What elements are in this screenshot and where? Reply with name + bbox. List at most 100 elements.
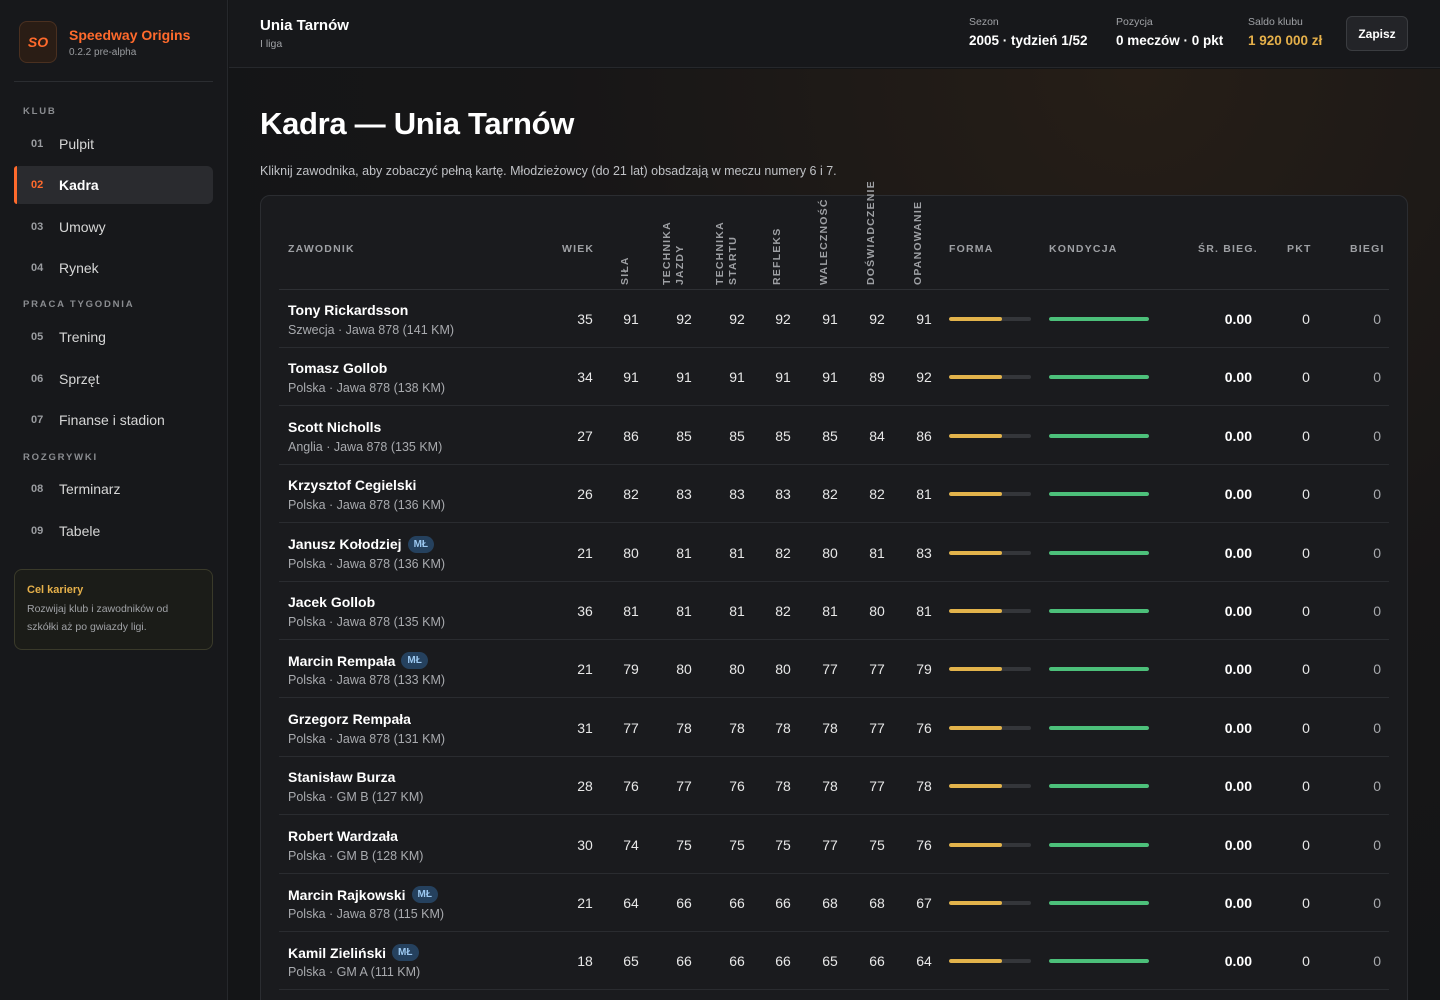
cell-stat: 81: [916, 486, 932, 503]
table-row[interactable]: Janusz Kołodziej MŁ Polska · Jawa 878 (136…: [279, 524, 1389, 582]
cell-biegi: 0: [1373, 544, 1381, 561]
nav-item-rynek[interactable]: 04 Rynek: [14, 249, 213, 287]
th-opanowanie[interactable]: OPANOWANIE: [912, 201, 925, 285]
cell-stat: 74: [623, 836, 639, 853]
forma-bar: [949, 609, 1031, 613]
player-name-text: Krzysztof Cegielski: [288, 477, 417, 494]
cell-stat: 66: [729, 895, 745, 911]
forma-fill: [949, 433, 1003, 438]
player-meta: Polska · Jawa 878 (138 KM): [288, 381, 446, 396]
nav-item-finanse[interactable]: 07 Finanse i stadion: [14, 401, 213, 439]
table-row[interactable]: Tomasz Gollob Polska · Jawa 878 (138 KM) 3…: [279, 348, 1389, 407]
junior-badge: MŁ: [411, 886, 438, 903]
cell-stat: 78: [729, 719, 745, 736]
nav-item-sprzet[interactable]: 06 Sprzęt: [14, 360, 213, 398]
save-button[interactable]: Zapisz: [1346, 16, 1408, 51]
th-walecznosc[interactable]: WALECZNOŚĆ: [818, 198, 831, 285]
kondycja-fill: [1049, 492, 1149, 497]
cell-stat: 77: [869, 661, 885, 678]
kondycja-bar: [1049, 959, 1149, 964]
player-name: Tony Rickardsson: [288, 302, 408, 318]
table-row[interactable]: Scott Nicholls Anglia · Jawa 878 (135 KM)…: [279, 407, 1389, 465]
nav-label: Sprzęt: [59, 371, 100, 387]
forma-bar: [949, 667, 1031, 672]
th-player[interactable]: ZAWODNIK: [288, 243, 355, 255]
balance-value: 1 920 000 zł: [1248, 33, 1323, 48]
cell-stat: 78: [676, 719, 692, 736]
nav-label: Kadra: [59, 177, 99, 193]
nav-label: Pulpit: [59, 136, 95, 152]
table-row[interactable]: Stanisław Burza Polska · GM B (127 KM) 28 7…: [279, 757, 1389, 816]
player-name-text: Jacek Gollob: [288, 594, 376, 610]
nav-section-klub: KLUB: [23, 106, 57, 117]
cell-age: 31: [577, 719, 593, 736]
th-tech-jazdy[interactable]: TECHNIKA JAZDY: [661, 221, 687, 285]
kondycja-fill: [1049, 550, 1149, 555]
th-doswiadczenie[interactable]: DOŚWIADCZENIE: [865, 180, 878, 285]
player-name: Kamil Zieliński MŁ: [288, 944, 419, 962]
cell-stat: 76: [916, 719, 932, 736]
brand[interactable]: SO Speedway Origins 0.2.2 pre-alpha: [19, 21, 190, 63]
nav-label: Terminarz: [59, 481, 121, 497]
cell-age: 21: [577, 661, 593, 678]
cell-stat: 78: [775, 778, 791, 795]
cell-stat: 92: [729, 311, 745, 327]
cell-stat: 77: [869, 719, 885, 736]
th-forma[interactable]: FORMA: [949, 243, 994, 255]
cell-avg: 0.00: [1224, 544, 1252, 561]
cell-stat: 91: [916, 311, 932, 327]
table-row[interactable]: Grzegorz Rempała Polska · Jawa 878 (131 K…: [279, 699, 1389, 757]
player-meta: Polska · Jawa 878 (136 KM): [288, 498, 446, 513]
nav-num: 07: [31, 414, 44, 426]
cell-avg: 0.00: [1224, 778, 1252, 795]
player-name: Robert Wardzała: [288, 828, 398, 844]
nav-item-trening[interactable]: 05 Trening: [14, 318, 213, 356]
cell-pkt: 0: [1302, 661, 1310, 678]
kondycja-fill: [1049, 901, 1149, 905]
cell-pkt: 0: [1302, 486, 1310, 503]
table-row[interactable]: Tony Rickardsson Szwecja · Jawa 878 (141 …: [279, 290, 1389, 348]
nav-num: 02: [31, 179, 44, 191]
cell-stat: 83: [775, 486, 791, 503]
th-refleks[interactable]: REFLEKS: [771, 228, 784, 285]
cell-avg: 0.00: [1224, 719, 1252, 736]
cell-pkt: 0: [1302, 953, 1310, 970]
table-row[interactable]: Krzysztof Cegielski Polska · Jawa 878 (13…: [279, 465, 1389, 524]
forma-fill: [949, 901, 1003, 905]
nav-item-tabele[interactable]: 09 Tabele: [14, 512, 213, 550]
cell-avg: 0.00: [1224, 953, 1252, 970]
cell-stat: 91: [822, 311, 838, 327]
player-name-text: Janusz Kołodziej: [288, 536, 402, 553]
player-meta: Polska · Jawa 878 (115 KM): [288, 907, 445, 921]
nav-item-umowy[interactable]: 03 Umowy: [14, 208, 213, 246]
player-name: Tomasz Gollob: [288, 360, 387, 376]
cell-biegi: 0: [1373, 427, 1381, 444]
nav-section-rozgrywki: ROZGRYWKI: [23, 452, 98, 463]
forma-fill: [949, 609, 1003, 613]
kondycja-bar: [1049, 725, 1149, 730]
cell-stat: 67: [916, 895, 932, 911]
nav-item-pulpit[interactable]: 01 Pulpit: [14, 125, 213, 163]
cell-stat: 83: [916, 544, 932, 561]
forma-bar: [949, 317, 1031, 321]
player-meta: Polska · GM B (128 KM): [288, 848, 424, 863]
table-row[interactable]: Kamil Zieliński MŁ Polska · GM A (111 KM) 1…: [279, 932, 1389, 991]
th-age[interactable]: WIEK: [562, 243, 594, 255]
season-stat: Sezon 2005 · tydzień 1/52: [969, 16, 1088, 48]
table-row[interactable]: Robert Wardzała Polska · GM B (128 KM) 30 7…: [279, 816, 1389, 874]
nav-item-kadra[interactable]: 02 Kadra: [14, 166, 213, 204]
th-biegi[interactable]: BIEGI: [1350, 243, 1385, 255]
table-row[interactable]: Marcin Rajkowski MŁ Polska · Jawa 878 (115…: [279, 874, 1389, 932]
th-pkt[interactable]: PKT: [1287, 243, 1312, 255]
cell-avg: 0.00: [1224, 836, 1252, 853]
th-kondycja[interactable]: KONDYCJA: [1049, 243, 1118, 255]
nav-item-terminarz[interactable]: 08 Terminarz: [14, 470, 213, 508]
kondycja-fill: [1049, 725, 1149, 730]
table-row[interactable]: Jacek Gollob Polska · Jawa 878 (135 KM) 36…: [279, 582, 1389, 640]
th-sila[interactable]: SIŁA: [619, 256, 632, 285]
table-row[interactable]: Marcin Rempała MŁ Polska · Jawa 878 (133 K…: [279, 640, 1389, 699]
th-avg[interactable]: ŚR. BIEG.: [1198, 243, 1258, 255]
divider: [14, 81, 213, 82]
th-tech-startu[interactable]: TECHNIKA STARTU: [714, 221, 740, 285]
th-tech-startu-line2: STARTU: [727, 235, 739, 285]
